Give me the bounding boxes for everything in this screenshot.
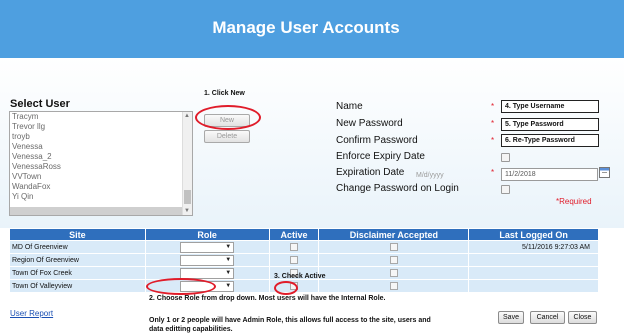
user-list-item[interactable]: Yi Qin — [10, 192, 192, 202]
selected-row-highlight — [10, 207, 184, 215]
page-title: Manage User Accounts — [212, 18, 400, 37]
save-button[interactable]: Save — [498, 311, 524, 324]
site-role-table: Site Role Active Disclaimer Accepted Las… — [9, 228, 599, 293]
user-report-link[interactable]: User Report — [10, 309, 53, 318]
scroll-up-icon[interactable]: ▲ — [184, 113, 190, 119]
user-list-scrollbar[interactable]: ▲ ▼ — [182, 112, 192, 215]
role-column-header: Role — [144, 228, 270, 241]
table-row: Town Of Valleyview ▼ — [9, 279, 599, 293]
site-cell: Region Of Greenview — [9, 253, 146, 267]
name-required-mark: * — [491, 102, 495, 111]
role-select[interactable]: ▼ — [180, 241, 235, 253]
select-user-label: Select User — [10, 98, 70, 110]
user-list-item[interactable]: troyb — [10, 132, 192, 142]
confirm-password-input[interactable]: 6. Re-Type Password — [501, 134, 599, 147]
chevron-down-icon: ▼ — [225, 269, 232, 276]
table-row: Region Of Greenview ▼ — [9, 253, 599, 267]
active-cell — [268, 253, 320, 267]
check-active-annotation: 3. Check Active — [274, 273, 326, 280]
role-select[interactable]: ▼ — [180, 254, 235, 266]
disclaimer-checkbox[interactable] — [389, 269, 398, 277]
disclaimer-cell — [318, 240, 470, 254]
table-header-row: Site Role Active Disclaimer Accepted Las… — [9, 228, 599, 241]
enforce-expiry-label: Enforce Expiry Date — [336, 151, 425, 162]
scrollbar-thumb[interactable] — [184, 190, 191, 204]
name-label: Name — [336, 101, 363, 112]
disclaimer-cell — [318, 253, 470, 267]
new-password-required-mark: * — [491, 119, 495, 128]
user-listbox[interactable]: Tracym Trevor llg troyb Venessa Venessa_… — [9, 111, 193, 216]
close-button[interactable]: Close — [568, 311, 597, 324]
site-cell: Town Of Valleyview — [9, 279, 146, 293]
calendar-icon[interactable] — [599, 167, 610, 178]
role-cell: ▼ — [144, 240, 270, 254]
admin-note-line2: data editting capabilities. — [149, 326, 233, 333]
new-password-input[interactable]: 5. Type Password — [501, 118, 599, 131]
active-column-header: Active — [268, 228, 320, 241]
site-cell: Town Of Fox Creek — [9, 266, 146, 280]
choose-role-annotation: 2. Choose Role from drop down. Most user… — [149, 295, 386, 302]
disclaimer-cell — [318, 266, 470, 280]
click-new-annotation: 1. Click New — [204, 90, 245, 97]
user-list-item[interactable]: WandaFox — [10, 182, 192, 192]
expiration-required-mark: * — [491, 168, 495, 177]
last-logged-cell — [468, 279, 599, 293]
cancel-button[interactable]: Cancel — [530, 311, 565, 324]
role-cell: ▼ — [144, 253, 270, 267]
site-cell: MD Of Greenview — [9, 240, 146, 254]
disclaimer-cell — [318, 279, 470, 293]
delete-button[interactable]: Delete — [204, 130, 250, 143]
role-select[interactable]: ▼ — [180, 267, 235, 279]
expiration-date-hint: M/d/yyyy — [416, 172, 444, 179]
expiration-date-input[interactable]: 11/2/2018 — [501, 168, 598, 181]
expiration-date-label: Expiration Date — [336, 167, 405, 178]
chevron-down-icon: ▼ — [225, 256, 232, 263]
chevron-down-icon: ▼ — [225, 282, 232, 289]
last-logged-cell: 5/11/2016 9:27:03 AM — [468, 240, 599, 254]
confirm-password-label: Confirm Password — [336, 135, 418, 146]
role-cell: ▼ — [144, 266, 270, 280]
user-list-item[interactable]: Venessa — [10, 142, 192, 152]
disclaimer-checkbox[interactable] — [389, 256, 398, 264]
new-button-highlight-ellipse — [195, 105, 261, 130]
disclaimer-checkbox[interactable] — [389, 243, 398, 251]
disclaimer-column-header: Disclaimer Accepted — [318, 228, 470, 241]
last-logged-cell — [468, 253, 599, 267]
active-checkbox[interactable] — [290, 243, 299, 251]
active-cell — [268, 240, 320, 254]
active-checkbox-highlight-ellipse — [274, 281, 298, 295]
user-list-item[interactable]: Trevor llg — [10, 122, 192, 132]
user-list-item[interactable]: Tracym — [10, 112, 192, 122]
enforce-expiry-checkbox[interactable] — [501, 153, 510, 162]
active-checkbox[interactable] — [290, 256, 299, 264]
last-logged-cell — [468, 266, 599, 280]
admin-note-line1: Only 1 or 2 people will have Admin Role,… — [149, 317, 431, 324]
change-password-checkbox[interactable] — [501, 185, 510, 194]
user-list-item[interactable]: VenessaRoss — [10, 162, 192, 172]
role-select-highlight-ellipse — [146, 278, 216, 295]
name-input[interactable]: 4. Type Username — [501, 100, 599, 113]
user-list-item[interactable]: Venessa_2 — [10, 152, 192, 162]
table-row: MD Of Greenview ▼ 5/11/2016 9:27:03 AM — [9, 240, 599, 254]
disclaimer-checkbox[interactable] — [389, 282, 398, 290]
confirm-password-required-mark: * — [491, 136, 495, 145]
scroll-down-icon[interactable]: ▼ — [184, 208, 190, 214]
last-logged-column-header: Last Logged On — [468, 228, 599, 241]
required-legend: *Required — [556, 197, 592, 206]
new-password-label: New Password — [336, 118, 403, 129]
chevron-down-icon: ▼ — [225, 243, 232, 250]
user-list-item[interactable]: VVTown — [10, 172, 192, 182]
page-header: Manage User Accounts — [0, 0, 624, 58]
site-column-header: Site — [9, 228, 146, 241]
change-password-label: Change Password on Login — [336, 183, 459, 194]
